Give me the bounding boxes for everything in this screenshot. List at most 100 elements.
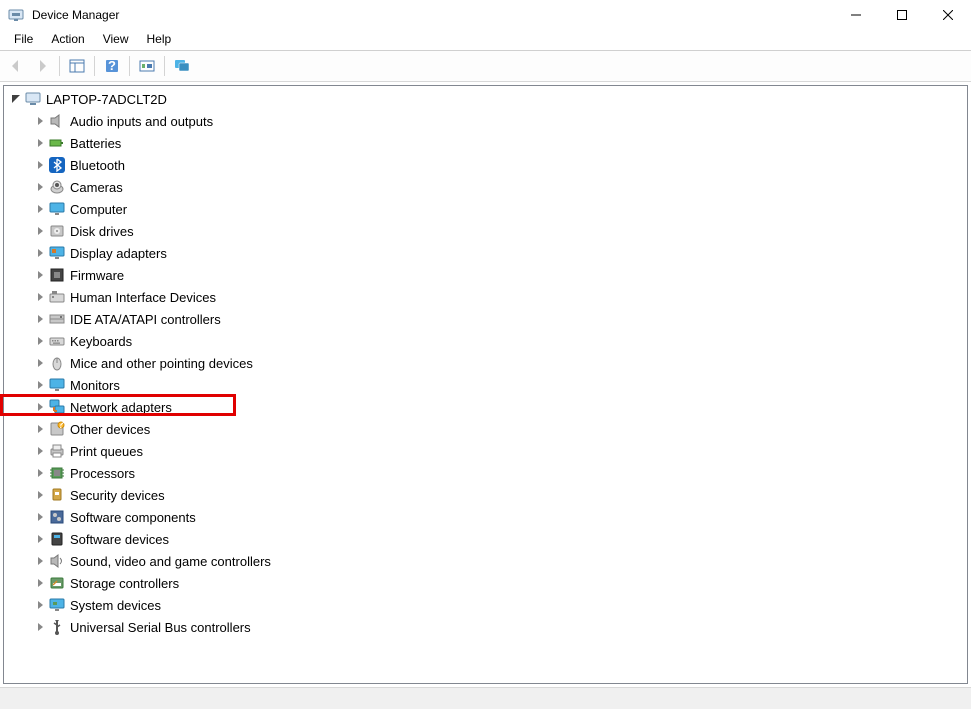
tree-item-human-interface-devices[interactable]: Human Interface Devices bbox=[4, 286, 967, 308]
tree-item-firmware[interactable]: Firmware bbox=[4, 264, 967, 286]
close-button[interactable] bbox=[925, 0, 971, 30]
window-controls bbox=[833, 0, 971, 30]
expand-arrow-icon[interactable] bbox=[32, 575, 48, 591]
expand-arrow-icon[interactable] bbox=[32, 597, 48, 613]
tree-item-label: Network adapters bbox=[70, 400, 172, 415]
expand-arrow-icon[interactable] bbox=[32, 553, 48, 569]
tree-root-label: LAPTOP-7ADCLT2D bbox=[46, 92, 167, 107]
sound-icon bbox=[48, 552, 66, 570]
expand-arrow-icon[interactable] bbox=[32, 289, 48, 305]
expand-arrow-icon[interactable] bbox=[32, 377, 48, 393]
tree-item-label: Monitors bbox=[70, 378, 120, 393]
maximize-button[interactable] bbox=[879, 0, 925, 30]
tree-item-keyboards[interactable]: Keyboards bbox=[4, 330, 967, 352]
expand-arrow-icon[interactable] bbox=[32, 245, 48, 261]
tree-item-ide-ata-atapi-controllers[interactable]: IDE ATA/ATAPI controllers bbox=[4, 308, 967, 330]
tree-item-storage-controllers[interactable]: Storage controllers bbox=[4, 572, 967, 594]
printer-icon bbox=[48, 442, 66, 460]
tree-item-label: Disk drives bbox=[70, 224, 134, 239]
tree-item-label: Human Interface Devices bbox=[70, 290, 216, 305]
status-bar bbox=[0, 687, 971, 709]
expand-arrow-icon[interactable] bbox=[32, 311, 48, 327]
expand-arrow-icon[interactable] bbox=[32, 157, 48, 173]
tree-item-bluetooth[interactable]: Bluetooth bbox=[4, 154, 967, 176]
expand-arrow-icon[interactable] bbox=[32, 465, 48, 481]
monitors-button[interactable] bbox=[170, 54, 194, 78]
tree-item-security-devices[interactable]: Security devices bbox=[4, 484, 967, 506]
expand-arrow-icon[interactable] bbox=[32, 179, 48, 195]
expand-arrow-icon[interactable] bbox=[8, 91, 24, 107]
tree-item-label: Display adapters bbox=[70, 246, 167, 261]
tree-root[interactable]: LAPTOP-7ADCLT2D bbox=[4, 88, 967, 110]
expand-arrow-icon[interactable] bbox=[32, 443, 48, 459]
tree-item-label: Other devices bbox=[70, 422, 150, 437]
show-hide-console-button[interactable] bbox=[65, 54, 89, 78]
title-bar: Device Manager bbox=[0, 0, 971, 30]
expand-arrow-icon[interactable] bbox=[32, 223, 48, 239]
tree-item-label: Software components bbox=[70, 510, 196, 525]
tree-item-label: Audio inputs and outputs bbox=[70, 114, 213, 129]
tree-item-label: Cameras bbox=[70, 180, 123, 195]
expand-arrow-icon[interactable] bbox=[32, 509, 48, 525]
storage-icon bbox=[48, 574, 66, 592]
monitor2-icon bbox=[48, 376, 66, 394]
menu-view[interactable]: View bbox=[95, 30, 137, 48]
expand-arrow-icon[interactable] bbox=[32, 487, 48, 503]
battery-icon bbox=[48, 134, 66, 152]
scan-hardware-button[interactable] bbox=[135, 54, 159, 78]
expand-arrow-icon[interactable] bbox=[32, 421, 48, 437]
ide-icon bbox=[48, 310, 66, 328]
menu-file[interactable]: File bbox=[6, 30, 41, 48]
minimize-button[interactable] bbox=[833, 0, 879, 30]
tree-item-mice-and-other-pointing-devices[interactable]: Mice and other pointing devices bbox=[4, 352, 967, 374]
tree-item-software-devices[interactable]: Software devices bbox=[4, 528, 967, 550]
tree-item-batteries[interactable]: Batteries bbox=[4, 132, 967, 154]
svg-text:?: ? bbox=[57, 421, 64, 431]
tree-item-audio-inputs-and-outputs[interactable]: Audio inputs and outputs bbox=[4, 110, 967, 132]
tree-item-label: Computer bbox=[70, 202, 127, 217]
tree-item-network-adapters[interactable]: Network adapters bbox=[4, 396, 967, 418]
system-icon bbox=[48, 596, 66, 614]
tree-item-processors[interactable]: Processors bbox=[4, 462, 967, 484]
tree-item-software-components[interactable]: Software components bbox=[4, 506, 967, 528]
disk-icon bbox=[48, 222, 66, 240]
tree-item-label: Keyboards bbox=[70, 334, 132, 349]
expand-arrow-icon[interactable] bbox=[32, 201, 48, 217]
tree-item-monitors[interactable]: Monitors bbox=[4, 374, 967, 396]
usb-icon bbox=[48, 618, 66, 636]
menu-bar: File Action View Help bbox=[0, 30, 971, 51]
tree-item-computer[interactable]: Computer bbox=[4, 198, 967, 220]
menu-action[interactable]: Action bbox=[43, 30, 92, 48]
mouse-icon bbox=[48, 354, 66, 372]
tree-item-label: Mice and other pointing devices bbox=[70, 356, 253, 371]
menu-help[interactable]: Help bbox=[139, 30, 180, 48]
tree-item-universal-serial-bus-controllers[interactable]: Universal Serial Bus controllers bbox=[4, 616, 967, 638]
tree-item-other-devices[interactable]: ? Other devices bbox=[4, 418, 967, 440]
expand-arrow-icon[interactable] bbox=[32, 113, 48, 129]
tree-item-label: Security devices bbox=[70, 488, 165, 503]
tree-item-label: Storage controllers bbox=[70, 576, 179, 591]
device-tree-panel[interactable]: LAPTOP-7ADCLT2D Audio inputs and outputs B… bbox=[3, 85, 968, 684]
tree-item-print-queues[interactable]: Print queues bbox=[4, 440, 967, 462]
tree-item-label: Sound, video and game controllers bbox=[70, 554, 271, 569]
cpu-icon bbox=[48, 464, 66, 482]
expand-arrow-icon[interactable] bbox=[32, 619, 48, 635]
expand-arrow-icon[interactable] bbox=[32, 135, 48, 151]
expand-arrow-icon[interactable] bbox=[32, 531, 48, 547]
tree-item-display-adapters[interactable]: Display adapters bbox=[4, 242, 967, 264]
expand-arrow-icon[interactable] bbox=[32, 399, 48, 415]
expand-arrow-icon[interactable] bbox=[32, 355, 48, 371]
tree-item-cameras[interactable]: Cameras bbox=[4, 176, 967, 198]
expand-arrow-icon[interactable] bbox=[32, 333, 48, 349]
help-button[interactable]: ? bbox=[100, 54, 124, 78]
computer-icon bbox=[24, 90, 42, 108]
tree-item-sound-video-and-game-controllers[interactable]: Sound, video and game controllers bbox=[4, 550, 967, 572]
expand-arrow-icon[interactable] bbox=[32, 267, 48, 283]
tree-item-label: Software devices bbox=[70, 532, 169, 547]
tree-item-label: Firmware bbox=[70, 268, 124, 283]
tree-item-disk-drives[interactable]: Disk drives bbox=[4, 220, 967, 242]
tree-item-label: System devices bbox=[70, 598, 161, 613]
tree-item-label: Universal Serial Bus controllers bbox=[70, 620, 251, 635]
security-icon bbox=[48, 486, 66, 504]
tree-item-system-devices[interactable]: System devices bbox=[4, 594, 967, 616]
